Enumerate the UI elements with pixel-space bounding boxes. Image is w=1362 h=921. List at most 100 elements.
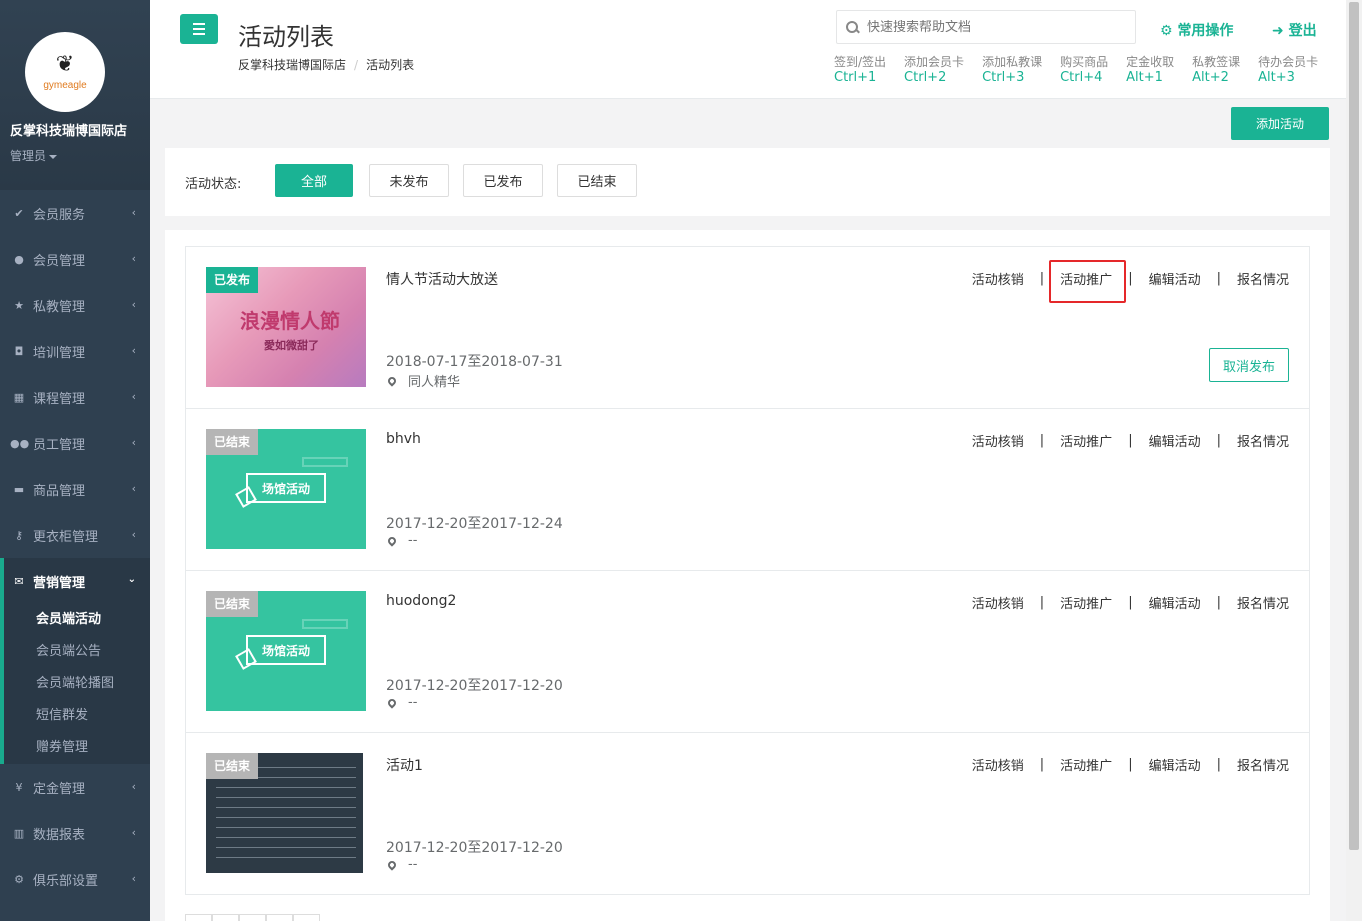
vertical-scrollbar[interactable]: [1346, 0, 1362, 921]
text-lines-graphic: [216, 767, 356, 867]
line: [216, 827, 356, 828]
search-input[interactable]: [867, 19, 1117, 35]
shortcut-key: Alt+3: [1258, 70, 1295, 85]
breadcrumb-item-shop[interactable]: 反掌科技瑞博国际店: [238, 58, 346, 72]
sidebar-subitem-carousel[interactable]: 会员端轮播图: [4, 668, 150, 700]
hamburger-icon: [193, 23, 205, 25]
shortcut-add-private-course[interactable]: 添加私教课 Ctrl+3: [982, 54, 1042, 86]
shortcut-label: 添加会员卡: [904, 55, 965, 69]
chevron-left-icon: ‹: [131, 436, 136, 449]
line: [216, 837, 356, 838]
activity-image[interactable]: 已结束: [206, 753, 363, 873]
promote-link[interactable]: 活动推广: [1060, 593, 1112, 612]
action-separator: |: [1128, 271, 1133, 286]
signpost-graphic: [302, 457, 348, 467]
sidebar-item-goods[interactable]: ▬ 商品管理 ‹: [0, 466, 150, 512]
sidebar-subitem-member-notice[interactable]: 会员端公告: [4, 636, 150, 668]
users-icon: ●●: [10, 436, 30, 450]
cancel-publish-button[interactable]: 取消发布: [1209, 348, 1289, 382]
action-separator: |: [1039, 595, 1045, 610]
filter-unpublished-button[interactable]: 未发布: [369, 164, 449, 197]
verify-link[interactable]: 活动核销: [972, 431, 1024, 450]
sidebar-item-training[interactable]: ◘ 培训管理 ‹: [0, 328, 150, 374]
edit-link[interactable]: 编辑活动: [1149, 593, 1201, 612]
sidebar-item-member-service[interactable]: ✔ 会员服务 ‹: [0, 190, 150, 236]
shortcut-buy-goods[interactable]: 购买商品 Ctrl+4: [1060, 54, 1108, 86]
edit-link[interactable]: 编辑活动: [1149, 431, 1201, 450]
filter-all-button[interactable]: 全部: [275, 164, 353, 197]
place-text: --: [408, 695, 418, 710]
sidebar-item-label: 私教管理: [33, 299, 86, 315]
filter-published-button[interactable]: 已发布: [463, 164, 543, 197]
sidebar: ❦ gymeagle 反掌科技瑞博国际店 管理员 ✔ 会员服务 ‹ ● 会员管理 ‹ ★…: [0, 0, 150, 921]
promote-link[interactable]: 活动推广: [1060, 431, 1112, 450]
sidebar-item-private-coach[interactable]: ★ 私教管理 ‹: [0, 282, 150, 328]
verify-link[interactable]: 活动核销: [972, 593, 1024, 612]
logout-link[interactable]: ➜ 登出: [1272, 20, 1317, 40]
common-ops-link[interactable]: ⚙ 常用操作: [1160, 20, 1233, 40]
sidebar-item-marketing[interactable]: ✉ 营销管理 ⌄: [4, 558, 150, 604]
shortcut-bar: 签到/签出 Ctrl+1 添加会员卡 Ctrl+2 添加私教课 Ctrl+3 购买商品…: [834, 54, 1336, 86]
activity-row: 已结束 活动1 2017-12-20至2017-12-20 -- 活动核销 | 活…: [186, 733, 1309, 894]
promote-link[interactable]: 活动推广: [1060, 755, 1112, 774]
sidebar-subitem-coupon[interactable]: 赠券管理: [4, 732, 150, 764]
shortcut-add-card[interactable]: 添加会员卡 Ctrl+2: [904, 54, 964, 86]
activity-image[interactable]: 浪漫情人節 愛如微甜了 已发布: [206, 267, 366, 387]
activity-title: 情人节活动大放送: [386, 272, 498, 288]
role-dropdown[interactable]: 管理员: [10, 147, 57, 164]
signup-link[interactable]: 报名情况: [1237, 755, 1289, 774]
shortcut-key: Alt+2: [1192, 70, 1229, 85]
activity-image[interactable]: 场馆活动 已结束: [206, 429, 366, 549]
promote-link[interactable]: 活动推广: [1049, 260, 1127, 303]
activity-place: --: [386, 695, 417, 710]
signup-link[interactable]: 报名情况: [1237, 269, 1289, 288]
search-box[interactable]: [836, 10, 1136, 44]
sidebar-item-deposit[interactable]: ¥ 定金管理 ‹: [0, 764, 150, 810]
map-marker-icon: [386, 696, 398, 709]
shortcut-deposit[interactable]: 定金收取 Alt+1: [1126, 54, 1174, 86]
activity-image[interactable]: 场馆活动 已结束: [206, 591, 366, 711]
menu-toggle-button[interactable]: [180, 14, 218, 44]
page-button[interactable]: [293, 914, 320, 921]
sidebar-item-member-manage[interactable]: ● 会员管理 ‹: [0, 236, 150, 282]
common-ops-label: 常用操作: [1177, 23, 1234, 39]
page-button[interactable]: [266, 914, 293, 921]
line: [216, 857, 356, 858]
sidebar-item-course[interactable]: ▦ 课程管理 ‹: [0, 374, 150, 420]
page-button[interactable]: [185, 914, 212, 921]
sidebar-item-label: 会员管理: [33, 253, 86, 269]
sidebar-item-label: 营销管理: [33, 575, 86, 591]
chevron-left-icon: ‹: [131, 206, 136, 219]
sidebar-item-club-settings[interactable]: ⚙ 俱乐部设置 ‹: [0, 856, 150, 902]
sidebar-item-report[interactable]: ▥ 数据报表 ‹: [0, 810, 150, 856]
sidebar-subitem-member-activity[interactable]: 会员端活动: [4, 604, 150, 636]
sidebar-subitem-sms[interactable]: 短信群发: [4, 700, 150, 732]
sidebar-item-label: 培训管理: [33, 345, 86, 361]
edit-link[interactable]: 编辑活动: [1149, 269, 1201, 288]
shortcut-private-signin[interactable]: 私教签课 Alt+2: [1192, 54, 1240, 86]
shortcut-label: 签到/签出: [834, 55, 887, 69]
logout-label: 登出: [1288, 23, 1317, 39]
verify-link[interactable]: 活动核销: [972, 755, 1024, 774]
image-caption: 场馆活动: [246, 635, 326, 665]
page-button[interactable]: [212, 914, 239, 921]
filter-ended-button[interactable]: 已结束: [557, 164, 637, 197]
sidebar-item-label: 员工管理: [33, 437, 86, 453]
shortcut-key: Ctrl+3: [982, 70, 1025, 85]
sidebar-item-locker[interactable]: ⚷ 更衣柜管理 ‹: [0, 512, 150, 558]
scrollbar-thumb[interactable]: [1349, 2, 1359, 850]
shortcut-pending-card[interactable]: 待办会员卡 Alt+3: [1258, 54, 1318, 86]
edit-link[interactable]: 编辑活动: [1149, 755, 1201, 774]
shortcut-label: 待办会员卡: [1258, 55, 1319, 69]
sidebar-item-staff[interactable]: ●● 员工管理 ‹: [0, 420, 150, 466]
signup-link[interactable]: 报名情况: [1237, 431, 1289, 450]
action-separator: |: [1039, 271, 1045, 286]
signup-link[interactable]: 报名情况: [1237, 593, 1289, 612]
line: [216, 817, 356, 818]
verify-link[interactable]: 活动核销: [972, 269, 1024, 288]
activity-row: 场馆活动 已结束 bhvh 2017-12-20至2017-12-24 -- 活…: [186, 409, 1309, 571]
add-activity-button[interactable]: 添加活动: [1231, 107, 1329, 140]
map-marker-icon: [386, 374, 398, 387]
shortcut-checkin[interactable]: 签到/签出 Ctrl+1: [834, 54, 886, 86]
page-button[interactable]: [239, 914, 266, 921]
